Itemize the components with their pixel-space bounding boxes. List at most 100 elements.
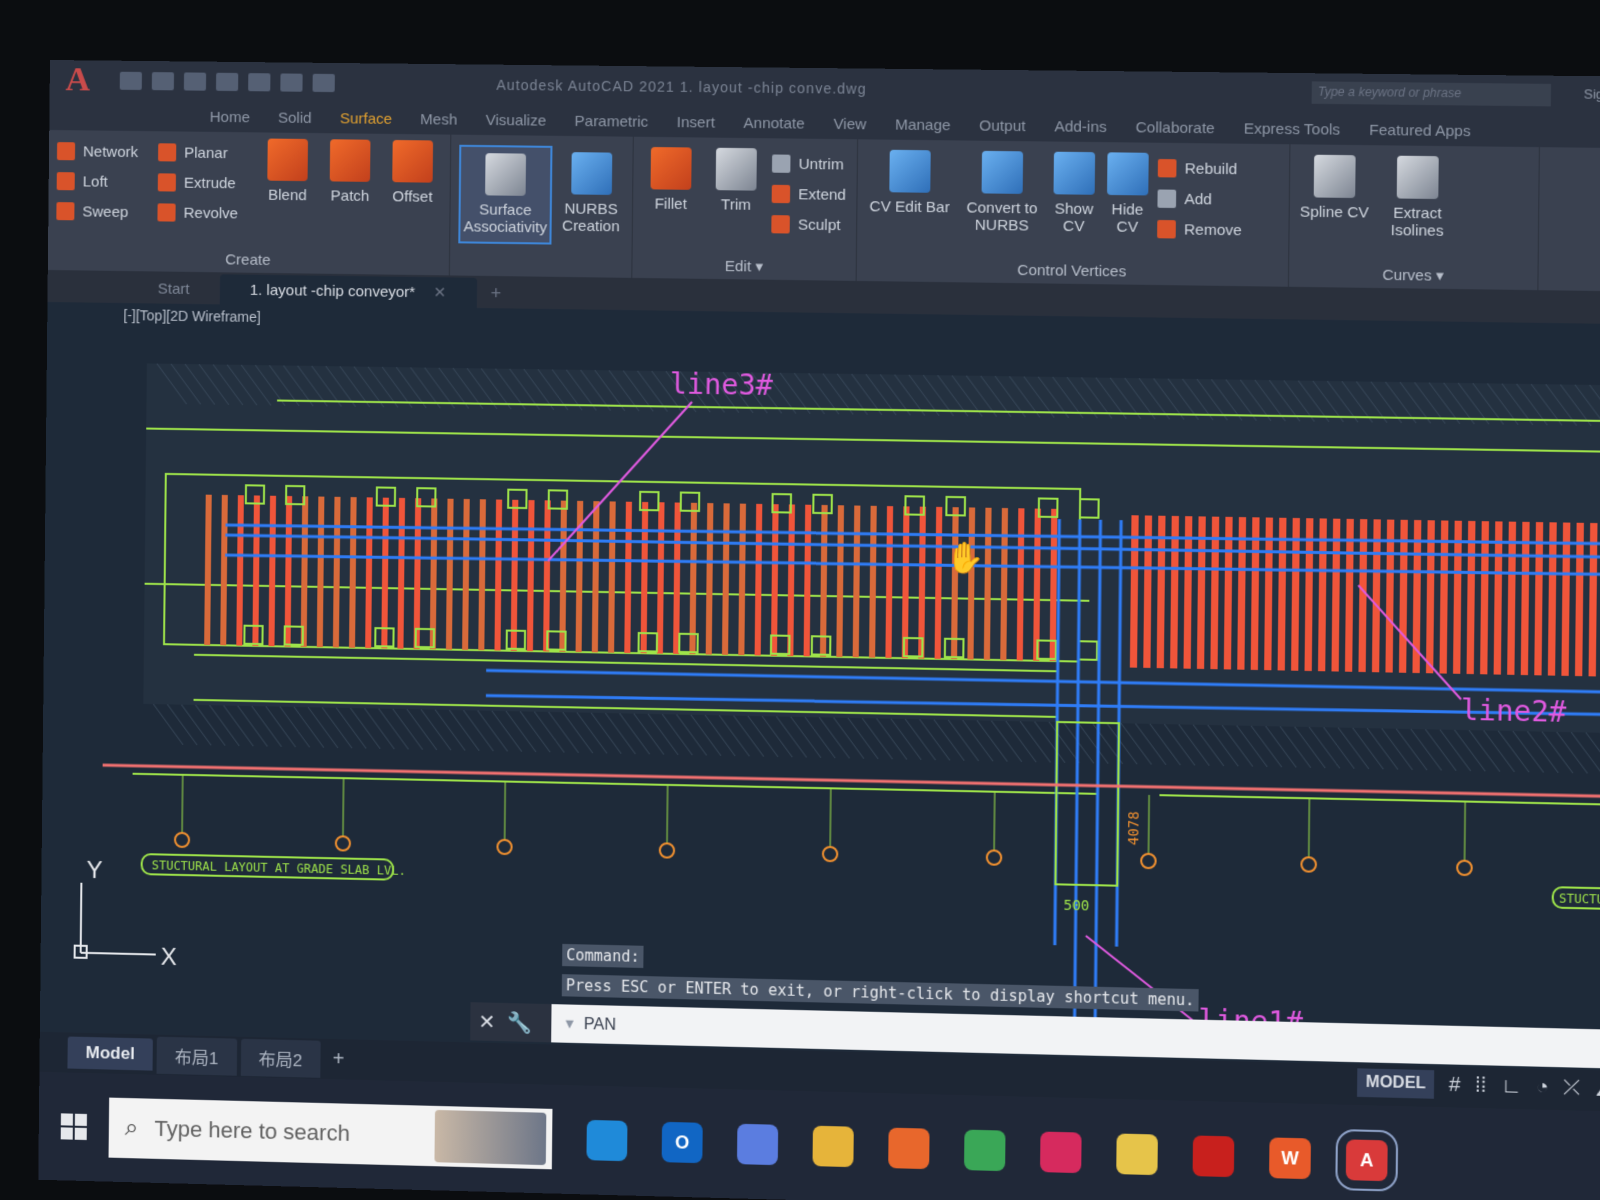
ortho-icon[interactable]: ∟: [1501, 1074, 1522, 1098]
copilot-icon[interactable]: [736, 1123, 779, 1166]
new-tab-button[interactable]: +: [476, 279, 515, 309]
ribbon-tab-collaborate[interactable]: Collaborate: [1136, 119, 1215, 137]
untrim-button[interactable]: Untrim: [771, 148, 847, 179]
hatch-line: [251, 706, 282, 747]
patch-button[interactable]: Patch: [320, 139, 379, 230]
close-icon[interactable]: ✕: [433, 284, 446, 301]
viewport-controls[interactable]: [-][Top][2D Wireframe]: [123, 307, 261, 325]
nurbs-creation-button[interactable]: NURBS Creation: [558, 146, 625, 235]
revolve-button[interactable]: Revolve: [157, 197, 238, 228]
close-icon[interactable]: ✕: [478, 1009, 495, 1035]
add-layout-button[interactable]: +: [333, 1048, 345, 1071]
autocad-icon[interactable]: A: [1335, 1128, 1399, 1192]
grid-icon[interactable]: #: [1449, 1073, 1461, 1097]
tab-model[interactable]: Model: [67, 1036, 153, 1071]
start-button[interactable]: [38, 1091, 109, 1163]
osnap-icon[interactable]: ⤫: [1563, 1076, 1580, 1100]
autocad-logo-icon[interactable]: A: [50, 60, 106, 101]
cv-edit-bar-button[interactable]: CV Edit Bar: [865, 149, 954, 242]
sculpt-button[interactable]: Sculpt: [771, 209, 846, 240]
extract-isolines-button[interactable]: Extract Isolines: [1381, 155, 1455, 241]
blend-button[interactable]: Blend: [258, 138, 317, 229]
save-as-icon[interactable]: [215, 72, 239, 92]
ribbon-tab-annotate[interactable]: Annotate: [743, 114, 804, 132]
tab-layout1[interactable]: 布局1: [156, 1036, 237, 1076]
drawing-viewport[interactable]: line3# line2# line1# 4078 500 STUCTURAL …: [40, 301, 1600, 1041]
extrude-button[interactable]: Extrude: [157, 167, 239, 198]
plot-icon[interactable]: [248, 73, 271, 92]
save-icon[interactable]: [183, 72, 207, 91]
acrobat-icon[interactable]: [1192, 1135, 1235, 1178]
ribbon-tab-surface[interactable]: Surface: [340, 110, 392, 128]
hatch-line: [690, 715, 721, 756]
line2-callout[interactable]: line2#: [1461, 693, 1567, 729]
hatch-line: [805, 717, 836, 758]
convert-to-nurbs-button[interactable]: Convert to NURBS: [960, 150, 1045, 243]
model-space-toggle[interactable]: MODEL: [1357, 1068, 1435, 1099]
planar-button[interactable]: Planar: [158, 137, 239, 168]
hatch-line: [1439, 730, 1471, 771]
ribbon-tab-insert[interactable]: Insert: [677, 113, 715, 131]
outlook-icon[interactable]: O: [661, 1121, 703, 1164]
dropdown-caret-icon[interactable]: ▾: [565, 1016, 573, 1033]
rebuild-button[interactable]: Rebuild: [1157, 153, 1243, 185]
trim-button[interactable]: Trim: [706, 147, 766, 240]
app-pink-icon[interactable]: [1040, 1131, 1082, 1174]
control-vertices-group-title: Control Vertices: [1017, 261, 1127, 281]
wrench-icon[interactable]: 🔧: [507, 1010, 532, 1036]
ribbon-tab-visualize[interactable]: Visualize: [486, 111, 547, 129]
chrome-icon[interactable]: [964, 1129, 1006, 1172]
line3-callout[interactable]: line3#: [670, 367, 774, 402]
ribbon-tab-view[interactable]: View: [833, 115, 866, 133]
redo-icon[interactable]: [312, 73, 335, 93]
ribbon-tab-featured-apps[interactable]: Featured Apps: [1369, 121, 1471, 139]
network-button[interactable]: Network: [56, 136, 138, 167]
fillet-button[interactable]: Fillet: [641, 147, 701, 239]
add-cv-button[interactable]: Add: [1157, 183, 1242, 215]
ribbon-tab-add-ins[interactable]: Add-ins: [1054, 118, 1107, 136]
ribbon-tab-solid[interactable]: Solid: [278, 109, 312, 126]
hatch-line: [308, 707, 339, 748]
grid-line: [343, 778, 344, 836]
ribbon-tab-express-tools[interactable]: Express Tools: [1244, 120, 1341, 138]
offset-button[interactable]: Offset: [383, 139, 443, 231]
surface-associativity-button[interactable]: Surface Associativity: [458, 144, 553, 245]
hatch-line: [1556, 732, 1588, 774]
help-search-input[interactable]: Type a keyword or phrase: [1311, 81, 1552, 107]
sweep-button[interactable]: Sweep: [56, 196, 137, 227]
hatch-line: [1469, 730, 1501, 771]
surface-associativity-icon: [485, 153, 527, 196]
snap-icon[interactable]: ⁞⁞: [1475, 1074, 1487, 1098]
hatch-line: [406, 709, 437, 750]
loft-button[interactable]: Loft: [56, 166, 138, 197]
ribbon-tab-parametric[interactable]: Parametric: [574, 112, 648, 130]
undo-icon[interactable]: [280, 73, 303, 92]
taskbar-search[interactable]: ⌕ Type here to search: [108, 1097, 553, 1170]
tab-drawing[interactable]: 1. layout -chip conveyor* ✕: [219, 274, 477, 308]
ribbon-tab-output[interactable]: Output: [979, 117, 1025, 135]
curves-group-title[interactable]: Curves ▾: [1289, 264, 1538, 286]
edge-icon[interactable]: [586, 1119, 628, 1162]
extend-button[interactable]: Extend: [771, 179, 847, 210]
wps-icon[interactable]: W: [1269, 1137, 1311, 1180]
grid-line: [505, 782, 506, 840]
angle-icon[interactable]: ∠: [1595, 1076, 1600, 1102]
file-explorer-icon[interactable]: [812, 1125, 854, 1168]
ribbon-tab-home[interactable]: Home: [210, 108, 250, 125]
ribbon-tab-manage[interactable]: Manage: [895, 116, 951, 134]
tab-start[interactable]: Start: [128, 274, 220, 304]
hide-cv-button[interactable]: Hide CV: [1103, 152, 1151, 244]
ribbon-tab-mesh[interactable]: Mesh: [420, 111, 457, 129]
spline-cv-button[interactable]: Spline CV: [1298, 154, 1371, 239]
tab-layout2[interactable]: 布局2: [240, 1038, 321, 1078]
open-icon[interactable]: [151, 72, 175, 91]
new-icon[interactable]: [119, 71, 142, 91]
edit-group-title[interactable]: Edit ▾: [632, 256, 855, 277]
show-cv-button[interactable]: Show CV: [1050, 151, 1098, 244]
polar-icon[interactable]: ◔: [1536, 1075, 1549, 1099]
sign-in-link[interactable]: Sign In: [1584, 86, 1600, 102]
cad-drawing[interactable]: line3# line2# line1# 4078 500 STUCTURAL …: [40, 302, 1600, 1040]
remove-cv-button[interactable]: Remove: [1157, 214, 1242, 246]
firefox-icon[interactable]: [888, 1127, 930, 1170]
app-yellow-icon[interactable]: [1116, 1133, 1158, 1176]
